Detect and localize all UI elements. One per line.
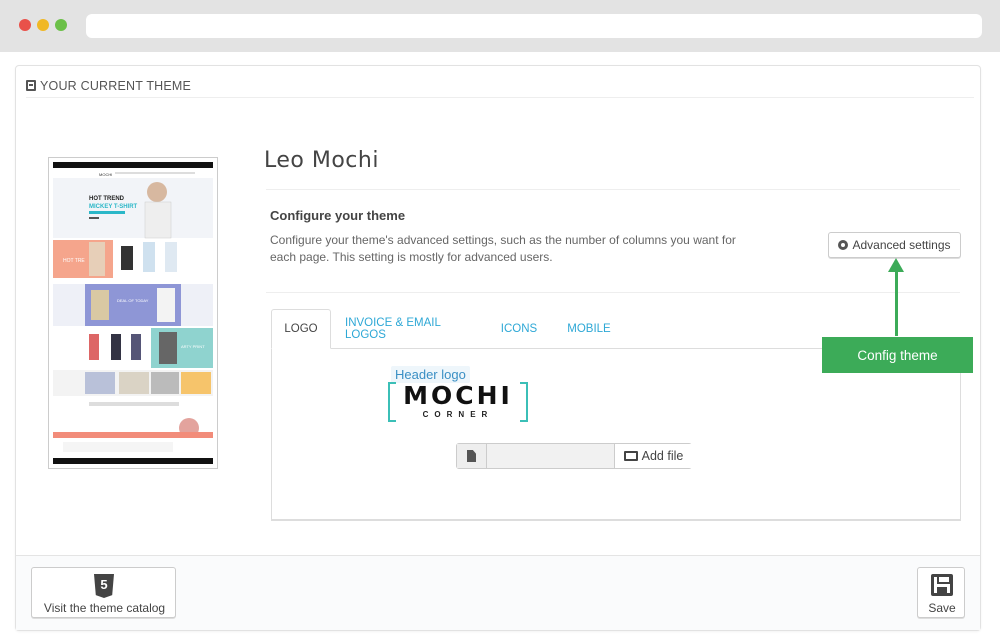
logo-tab-content	[271, 348, 961, 521]
theme-name: Leo Mochi	[264, 148, 379, 173]
preview-hero-line1: HOT TREND	[89, 196, 125, 202]
gear-icon	[838, 240, 849, 250]
config-theme-callout: Config theme	[822, 337, 973, 373]
configure-title: Configure your theme	[270, 208, 406, 223]
save-label: Save	[928, 601, 956, 615]
logo-file-upload: Add file	[456, 443, 692, 469]
visit-theme-catalog-button[interactable]: 5 Visit the theme catalog	[31, 567, 176, 618]
folder-open-icon	[623, 451, 638, 461]
file-name-input[interactable]	[487, 444, 614, 468]
file-icon	[457, 444, 487, 468]
save-button[interactable]: Save	[917, 567, 965, 618]
add-file-button[interactable]: Add file	[614, 444, 692, 468]
preview-site-label: MOCHI	[99, 172, 112, 177]
configure-description: Configure your theme's advanced settings…	[270, 233, 736, 264]
theme-preview-image: MOCHI HOT TREND MICKEY T-SHIRT HOT TRE D…	[53, 162, 213, 464]
preview-banner2: DEAL OF TODAY	[117, 298, 149, 303]
address-bar[interactable]	[86, 14, 982, 38]
panel-heading-title: YOUR CURRENT THEME	[40, 78, 192, 93]
tab-logo[interactable]: LOGO	[271, 309, 331, 349]
divider	[266, 189, 960, 190]
header-logo-image: MOCHI CORNER	[388, 382, 528, 424]
visit-theme-catalog-label: Visit the theme catalog	[43, 601, 166, 615]
advanced-settings-label: Advanced settings	[852, 238, 951, 252]
add-file-label: Add file	[641, 449, 684, 463]
logo-bracket-left	[388, 382, 396, 422]
theme-preview-thumbnail: MOCHI HOT TREND MICKEY T-SHIRT HOT TRE D…	[48, 157, 218, 469]
logo-sub-text: CORNER	[422, 410, 494, 419]
panel-heading: YOUR CURRENT THEME	[26, 74, 974, 98]
callout-arrow-line	[895, 266, 898, 336]
logo-main-text: MOCHI	[403, 381, 513, 410]
close-window-dot[interactable]	[19, 19, 31, 31]
minimize-window-dot[interactable]	[37, 19, 49, 31]
maximize-window-dot[interactable]	[55, 19, 67, 31]
preview-hero-line2: MICKEY T-SHIRT	[89, 204, 138, 210]
panel-footer: 5 Visit the theme catalog Save	[16, 555, 980, 630]
floppy-disk-icon	[931, 574, 953, 596]
advanced-settings-button[interactable]: Advanced settings	[828, 232, 961, 258]
preview-banner3: ARTY PRINT	[181, 344, 205, 349]
html5-icon	[26, 80, 36, 91]
divider	[266, 292, 960, 293]
tab-icons[interactable]: ICONS	[495, 309, 543, 349]
html5-icon: 5	[94, 574, 114, 598]
tab-invoice-email-logos[interactable]: INVOICE & EMAIL LOGOS	[345, 309, 473, 349]
tab-mobile[interactable]: MOBILE	[561, 309, 617, 349]
logo-bracket-right	[520, 382, 528, 422]
current-theme-panel: YOUR CURRENT THEME MOCHI HOT TREND MICKE…	[15, 65, 981, 631]
preview-banner1: HOT TRE	[63, 258, 85, 264]
browser-chrome	[0, 0, 1000, 52]
